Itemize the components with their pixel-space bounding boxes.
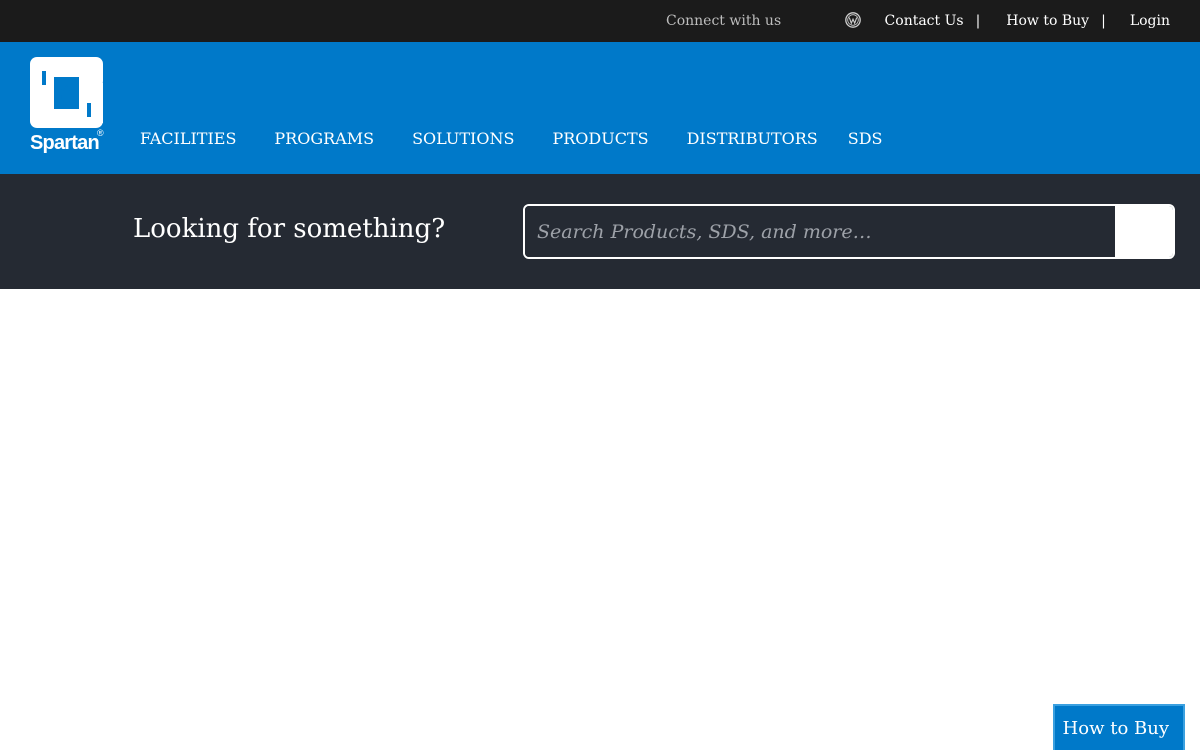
logo-wordmark: Spartan bbox=[30, 132, 99, 153]
search-prompt: Looking for something? bbox=[133, 214, 446, 244]
wordpress-icon[interactable] bbox=[845, 12, 861, 28]
nav-solutions[interactable]: SOLUTIONS bbox=[412, 129, 514, 148]
primary-nav: FACILITIES PROGRAMS SOLUTIONS PRODUCTS D… bbox=[140, 129, 883, 148]
utility-links: Contact Us | How to Buy | Login bbox=[885, 13, 1170, 29]
search-box bbox=[523, 204, 1175, 259]
nav-sds[interactable]: SDS bbox=[848, 129, 883, 148]
search-button[interactable] bbox=[1115, 206, 1173, 257]
connect-label: Connect with us bbox=[666, 13, 782, 29]
spartan-logo[interactable]: Spartan ® bbox=[30, 57, 106, 153]
login-link[interactable]: Login bbox=[1130, 13, 1170, 29]
nav-products[interactable]: PRODUCTS bbox=[552, 129, 648, 148]
registered-mark: ® bbox=[97, 128, 104, 138]
how-to-buy-link[interactable]: How to Buy bbox=[1006, 13, 1089, 29]
nav-distributors[interactable]: DISTRIBUTORS bbox=[687, 129, 818, 148]
main-header: Spartan ® FACILITIES PROGRAMS SOLUTIONS … bbox=[0, 42, 1200, 174]
nav-programs[interactable]: PROGRAMS bbox=[274, 129, 374, 148]
how-to-buy-float-button[interactable]: How to Buy bbox=[1053, 704, 1185, 750]
search-band: Looking for something? bbox=[0, 174, 1200, 289]
contact-us-link[interactable]: Contact Us bbox=[885, 13, 964, 29]
separator: | bbox=[975, 13, 981, 29]
search-input[interactable] bbox=[525, 206, 1117, 257]
separator: | bbox=[1101, 13, 1106, 29]
utility-bar: Connect with us Contact Us | How to Buy … bbox=[0, 0, 1200, 42]
nav-facilities[interactable]: FACILITIES bbox=[140, 129, 236, 148]
